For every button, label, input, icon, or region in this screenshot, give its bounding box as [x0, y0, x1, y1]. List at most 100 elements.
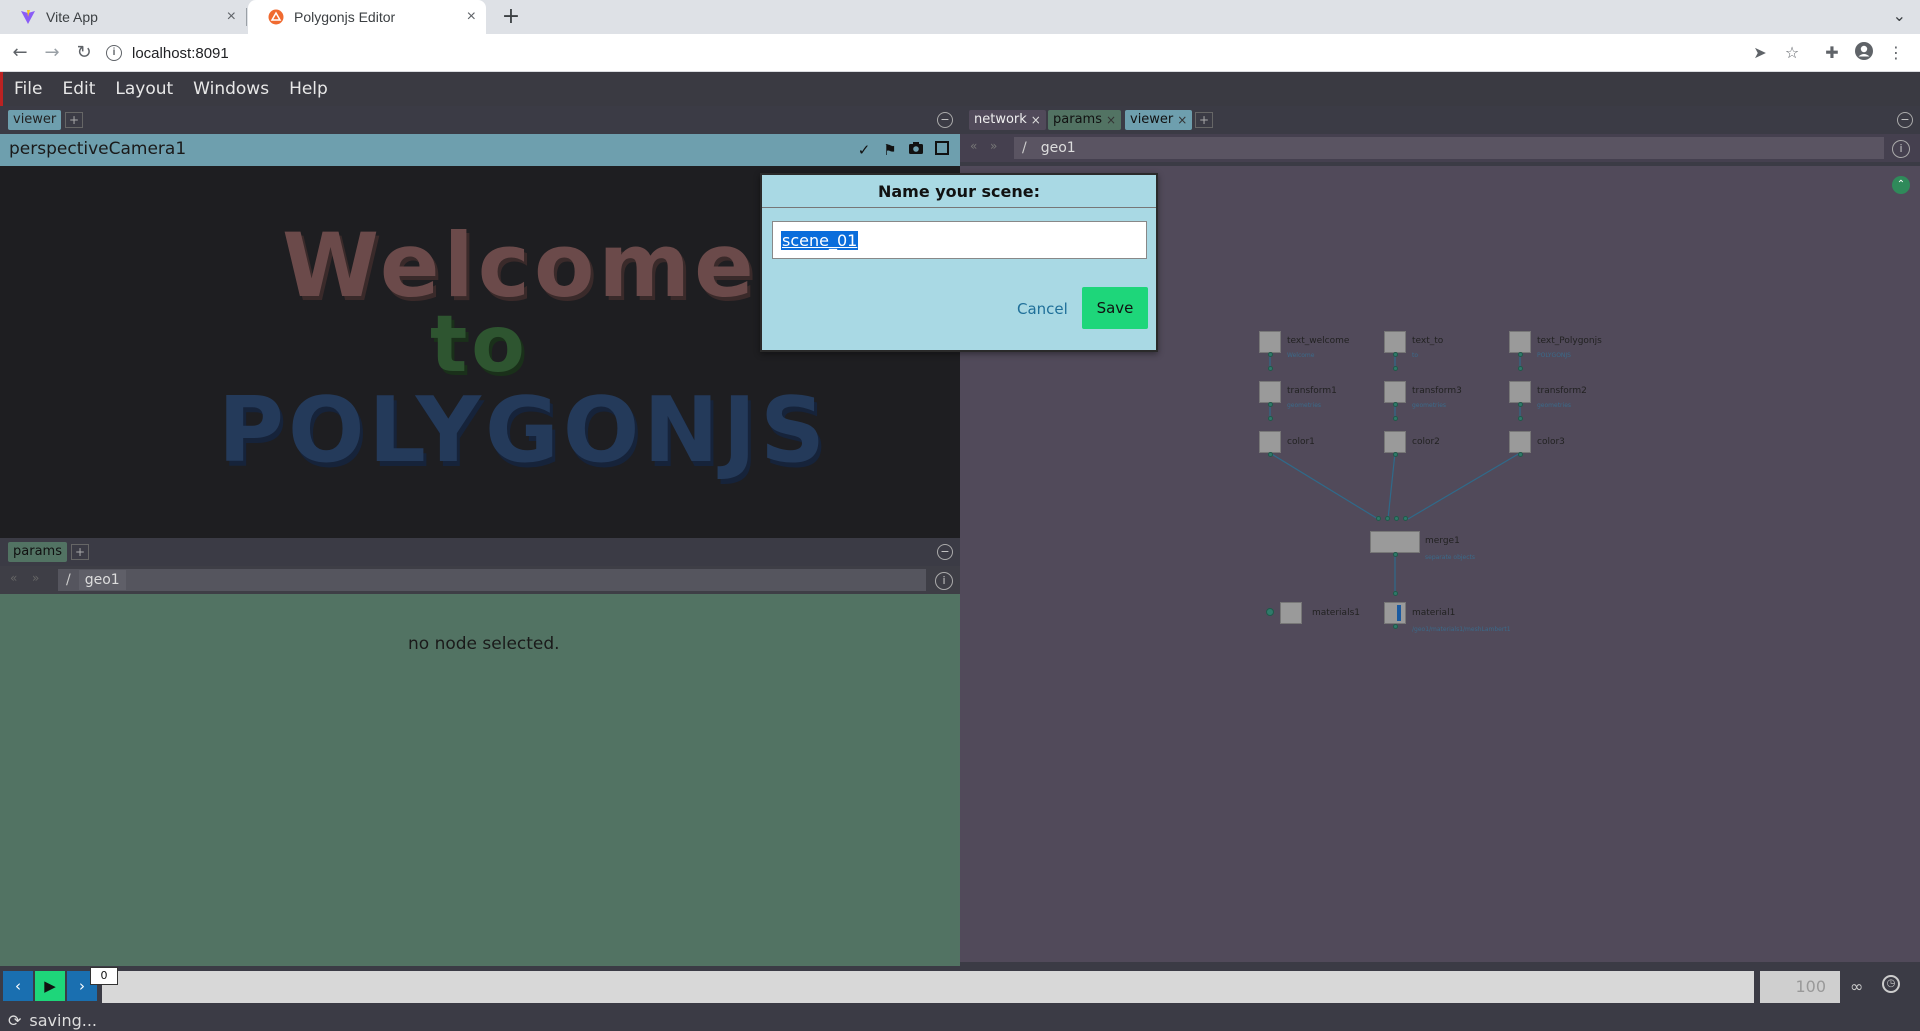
input-port[interactable]	[1393, 366, 1398, 371]
params-panel-tabs: params + −	[0, 538, 960, 566]
node-color3[interactable]	[1509, 431, 1531, 453]
output-port[interactable]	[1393, 552, 1398, 557]
play-icon[interactable]: ▶	[35, 971, 65, 1001]
output-port[interactable]	[1518, 402, 1523, 407]
browser-menu-icon[interactable]: ⋮	[1884, 41, 1908, 65]
back-icon[interactable]: ←	[8, 41, 32, 65]
browser-tab-label: Polygonjs Editor	[294, 9, 396, 25]
input-port[interactable]	[1403, 516, 1408, 521]
close-icon[interactable]: ×	[467, 8, 476, 26]
flag-icon[interactable]: ⚑	[881, 141, 899, 159]
input-port[interactable]	[1394, 516, 1399, 521]
collapse-panel-icon[interactable]: −	[937, 112, 953, 128]
current-frame[interactable]: 0	[90, 967, 118, 985]
tab-params[interactable]: params ×	[1048, 110, 1122, 130]
breadcrumb-root[interactable]: /	[1022, 140, 1027, 156]
node-text-to[interactable]	[1384, 331, 1406, 353]
node-text-polygonjs[interactable]	[1509, 331, 1531, 353]
tab-search-icon[interactable]: ⌄	[1893, 6, 1906, 25]
info-icon[interactable]: i	[935, 572, 953, 590]
extensions-icon[interactable]: ✚	[1820, 41, 1844, 65]
history-forward-icon[interactable]: »	[32, 571, 39, 585]
maximize-icon[interactable]	[933, 141, 951, 159]
address-bar[interactable]: i localhost:8091	[106, 38, 1756, 68]
tab-viewer[interactable]: viewer ×	[1125, 110, 1193, 130]
close-icon[interactable]: ×	[1031, 110, 1041, 130]
collapse-panel-icon[interactable]: −	[937, 544, 953, 560]
add-tab-button[interactable]: +	[71, 544, 89, 560]
send-icon[interactable]: ➤	[1748, 41, 1772, 65]
output-port[interactable]	[1268, 402, 1273, 407]
breadcrumb-geo1[interactable]: geo1	[1034, 138, 1082, 158]
history-forward-icon[interactable]: »	[990, 139, 997, 153]
params-body: no node selected.	[0, 594, 960, 966]
node-transform2[interactable]	[1509, 381, 1531, 403]
forward-icon[interactable]: →	[40, 41, 64, 65]
node-material1[interactable]	[1384, 602, 1406, 624]
tab-viewer[interactable]: viewer	[8, 110, 62, 130]
history-back-icon[interactable]: «	[970, 139, 977, 153]
breadcrumb-geo1[interactable]: geo1	[78, 570, 126, 590]
new-tab-button[interactable]: +	[497, 3, 525, 31]
menu-windows[interactable]: Windows	[183, 79, 279, 99]
menu-file[interactable]: File	[4, 79, 52, 99]
save-button[interactable]: Save	[1082, 287, 1148, 329]
node-sublabel: /geo1/materials1/meshLambert1	[1412, 626, 1511, 633]
menu-layout[interactable]: Layout	[105, 79, 183, 99]
site-info-icon[interactable]: i	[106, 45, 122, 61]
bookmark-star-icon[interactable]: ☆	[1780, 41, 1804, 65]
info-icon[interactable]: i	[1892, 140, 1910, 158]
input-port[interactable]	[1393, 416, 1398, 421]
reload-icon[interactable]: ↻	[72, 41, 96, 65]
camera-name[interactable]: perspectiveCamera1	[9, 139, 186, 159]
input-port[interactable]	[1518, 366, 1523, 371]
close-icon[interactable]: ×	[1106, 110, 1116, 130]
camera-icon[interactable]	[907, 141, 925, 159]
output-port[interactable]	[1268, 352, 1273, 357]
end-frame-input[interactable]: 100	[1760, 971, 1840, 1003]
input-port[interactable]	[1518, 416, 1523, 421]
close-icon[interactable]: ×	[1177, 110, 1187, 130]
history-back-icon[interactable]: «	[10, 571, 17, 585]
scene-name-input[interactable]: scene_01	[772, 221, 1147, 259]
node-text-welcome[interactable]	[1259, 331, 1281, 353]
browser-tab-vite[interactable]: Vite App ×	[0, 0, 246, 34]
close-icon[interactable]: ×	[227, 8, 236, 26]
output-port[interactable]	[1393, 624, 1398, 629]
loop-icon[interactable]: ∞	[1850, 977, 1863, 996]
input-port[interactable]	[1268, 366, 1273, 371]
node-transform1[interactable]	[1259, 381, 1281, 403]
output-port[interactable]	[1518, 452, 1523, 457]
output-port[interactable]	[1393, 352, 1398, 357]
node-color1[interactable]	[1259, 431, 1281, 453]
collapse-panel-icon[interactable]: −	[1897, 112, 1913, 128]
input-port[interactable]	[1393, 591, 1398, 596]
output-port[interactable]	[1518, 352, 1523, 357]
params-path-bar: « » / geo1 i	[0, 566, 960, 594]
add-tab-button[interactable]: +	[1195, 112, 1213, 128]
clock-icon[interactable]: ◷	[1882, 975, 1900, 993]
browser-tab-polygonjs[interactable]: Polygonjs Editor ×	[248, 0, 486, 34]
display-flag-icon[interactable]	[1266, 608, 1274, 616]
profile-icon[interactable]	[1852, 41, 1876, 65]
menu-edit[interactable]: Edit	[52, 79, 105, 99]
output-port[interactable]	[1268, 452, 1273, 457]
check-circle-icon[interactable]: ✓	[855, 141, 873, 159]
input-port[interactable]	[1376, 516, 1381, 521]
output-port[interactable]	[1393, 402, 1398, 407]
menu-help[interactable]: Help	[279, 79, 338, 99]
timeline-track[interactable]	[102, 971, 1754, 1003]
node-merge1[interactable]	[1370, 531, 1420, 553]
add-tab-button[interactable]: +	[65, 112, 83, 128]
tab-network[interactable]: network ×	[969, 110, 1046, 130]
node-transform3[interactable]	[1384, 381, 1406, 403]
node-color2[interactable]	[1384, 431, 1406, 453]
input-port[interactable]	[1385, 516, 1390, 521]
breadcrumb-root[interactable]: /	[66, 572, 71, 588]
cancel-button[interactable]: Cancel	[1017, 300, 1068, 318]
tab-params[interactable]: params	[8, 542, 67, 562]
node-materials1[interactable]	[1280, 602, 1302, 624]
output-port[interactable]	[1393, 452, 1398, 457]
input-port[interactable]	[1268, 416, 1273, 421]
previous-frame-icon[interactable]: ‹	[3, 971, 33, 1001]
